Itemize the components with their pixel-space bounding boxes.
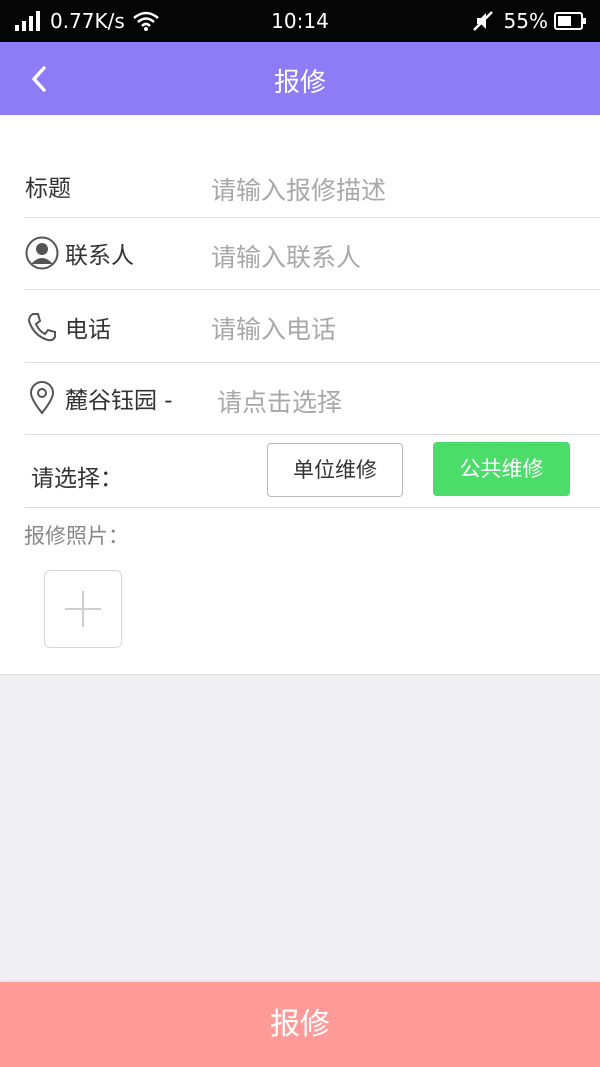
contact-input[interactable]: 请输入联系人 — [211, 238, 361, 274]
unit-repair-button[interactable]: 单位维修 — [267, 443, 403, 497]
add-photo-button[interactable] — [44, 570, 122, 648]
title-label: 标题 — [25, 176, 71, 202]
user-icon — [25, 236, 59, 270]
page-title: 报修 — [273, 68, 326, 98]
phone-input[interactable]: 请输入电话 — [211, 310, 336, 346]
photo-label: 报修照片： — [24, 524, 129, 548]
title-row: 标题 请输入报修描述 — [25, 153, 600, 218]
title-input[interactable]: 请输入报修描述 — [211, 171, 386, 207]
submit-button[interactable]: 报修 — [0, 982, 600, 1067]
nav-bar: 报修 — [0, 42, 600, 115]
battery-icon — [554, 12, 586, 30]
phone-label: 电话 — [65, 317, 111, 343]
repair-type-label: 请选择： — [31, 466, 123, 492]
phone-row: 电话 请输入电话 — [25, 290, 600, 363]
repair-type-row: 请选择： 单位维修 公共维修 — [25, 435, 600, 508]
location-label: 麓谷钰园 - — [65, 388, 173, 414]
location-pin-icon — [25, 381, 59, 415]
repair-form: 标题 请输入报修描述 联系人 请输入联系人 电话 请输入电话 麓谷钰园 - 请点… — [0, 115, 600, 675]
location-select[interactable]: 请点击选择 — [217, 383, 342, 419]
contact-label: 联系人 — [65, 243, 134, 269]
battery-percent: 55% — [503, 9, 548, 33]
status-bar: 0.77K/s 10:14 55% — [0, 0, 600, 42]
contact-row: 联系人 请输入联系人 — [25, 218, 600, 290]
public-repair-button[interactable]: 公共维修 — [433, 442, 570, 496]
location-row[interactable]: 麓谷钰园 - 请点击选择 — [25, 363, 600, 435]
status-right: 55% — [472, 9, 586, 33]
phone-icon — [25, 310, 59, 344]
plus-icon — [65, 591, 101, 627]
mute-icon — [472, 10, 494, 32]
